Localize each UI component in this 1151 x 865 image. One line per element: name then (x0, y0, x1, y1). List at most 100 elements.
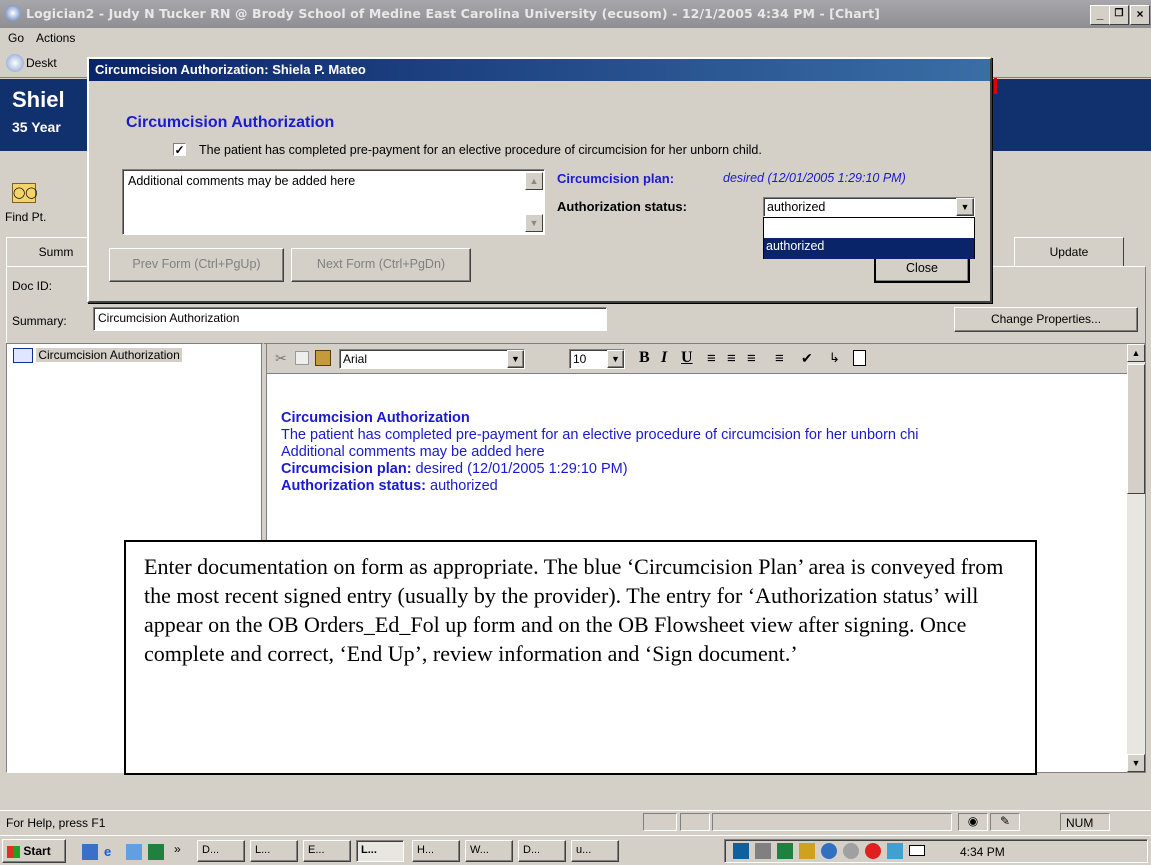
dialog-title[interactable]: Circumcision Authorization: Shiela P. Ma… (89, 59, 990, 81)
tray-icon[interactable] (843, 843, 859, 859)
chevron-down-icon[interactable]: ▼ (607, 350, 624, 368)
prepayment-checkbox[interactable]: ✓ (173, 143, 186, 156)
comments-scroll-down[interactable]: ▼ (525, 214, 543, 232)
app-icon (5, 5, 21, 21)
quicklaunch-app-icon[interactable] (126, 844, 142, 860)
menu-go[interactable]: Go (8, 31, 24, 45)
doc-id-label: Doc ID: (12, 279, 53, 293)
editor-status-value: authorized (426, 478, 498, 494)
editor-scrollbar[interactable]: ▲ ▼ (1127, 344, 1145, 772)
insert-icon[interactable]: ↳ (829, 350, 840, 366)
task-button[interactable]: W... (465, 840, 513, 862)
tray-icon[interactable] (821, 843, 837, 859)
editor-line-1: The patient has completed pre-payment fo… (281, 427, 919, 443)
task-button[interactable]: H... (412, 840, 460, 862)
plan-label: Circumcision plan: (557, 171, 675, 186)
mail-icon[interactable] (909, 845, 925, 856)
window-title: Logician2 - Judy N Tucker RN @ Brody Sch… (26, 6, 880, 21)
tray-icon[interactable] (799, 843, 815, 859)
task-button[interactable]: E... (303, 840, 351, 862)
tray-icon[interactable] (733, 843, 749, 859)
summary-input[interactable]: Circumcision Authorization (93, 307, 607, 331)
change-properties-label: Change Properties... (990, 312, 1102, 326)
summary-input-value: Circumcision Authorization (98, 311, 240, 325)
quicklaunch-more-icon[interactable]: » (174, 842, 181, 856)
paste-icon[interactable] (315, 350, 331, 366)
italic-button[interactable]: I (661, 349, 667, 367)
close-window-button[interactable]: × (1130, 5, 1150, 25)
alert-marker (994, 78, 997, 94)
tray-icon[interactable] (755, 843, 771, 859)
copy-icon[interactable] (295, 351, 309, 365)
task-button[interactable]: u... (571, 840, 619, 862)
scroll-down-button[interactable]: ▼ (1127, 754, 1145, 772)
scroll-thumb[interactable] (1127, 364, 1145, 494)
align-right-icon[interactable]: ≡ (747, 350, 756, 367)
comments-textarea[interactable]: Additional comments may be added here ▲ … (122, 169, 545, 235)
task-label: D... (202, 844, 220, 856)
prev-form-label: Prev Form (Ctrl+PgUp) (132, 257, 261, 271)
bold-button[interactable]: B (639, 349, 650, 367)
task-label: D... (523, 844, 541, 856)
task-button-active[interactable]: L... (356, 840, 404, 862)
tray-icon[interactable] (865, 843, 881, 859)
editor-status-label: Authorization status: (281, 478, 426, 494)
spellcheck-icon[interactable]: ✔ (801, 350, 813, 367)
bullet-list-icon[interactable]: ≡ (775, 350, 784, 367)
taskbar: Start e » D... L... E... L... H... W... … (0, 835, 1151, 865)
restore-button[interactable]: ❐ (1109, 5, 1129, 25)
menu-actions[interactable]: Actions (36, 31, 75, 45)
desktop-icon[interactable] (6, 54, 24, 72)
task-label: E... (308, 844, 325, 856)
tab-update[interactable]: Update (1014, 237, 1124, 267)
next-form-button[interactable]: Next Form (Ctrl+PgDn) (291, 248, 471, 282)
scroll-up-button[interactable]: ▲ (1127, 344, 1145, 362)
prepayment-checkbox-label: The patient has completed pre-payment fo… (199, 143, 762, 157)
clock[interactable]: 4:34 PM (960, 845, 1005, 859)
comments-scroll-up[interactable]: ▲ (525, 172, 543, 190)
chevron-down-icon[interactable]: ▼ (956, 198, 974, 216)
chevron-down-icon[interactable]: ▼ (507, 350, 524, 368)
document-icon[interactable] (853, 350, 866, 366)
circumcision-dialog[interactable]: Circumcision Authorization: Shiela P. Ma… (87, 57, 992, 303)
start-button[interactable]: Start (2, 839, 66, 863)
underline-button[interactable]: U (681, 349, 693, 367)
cut-icon[interactable]: ✂ (275, 350, 287, 367)
status-icon-2[interactable]: ✎ (990, 813, 1020, 831)
prev-form-button[interactable]: Prev Form (Ctrl+PgUp) (109, 248, 284, 282)
windows-icon (7, 845, 20, 858)
task-label: u... (576, 844, 592, 856)
status-help-text: For Help, press F1 (6, 816, 106, 830)
font-name-select[interactable]: Arial ▼ (339, 349, 525, 369)
align-center-icon[interactable]: ≡ (727, 350, 736, 367)
task-label: W... (470, 844, 489, 856)
minimize-button[interactable]: _ (1090, 5, 1110, 25)
window-titlebar[interactable]: Logician2 - Judy N Tucker RN @ Brody Sch… (0, 0, 1151, 28)
align-left-icon[interactable]: ≡ (707, 350, 716, 367)
status-dropdown-list[interactable]: authorized (763, 217, 975, 259)
find-patient-button[interactable]: ◯◯ Find Pt. (4, 180, 52, 230)
dropdown-option-authorized[interactable]: authorized (764, 238, 974, 259)
tray-icon[interactable] (777, 843, 793, 859)
editor-line-2: Additional comments may be added here (281, 444, 545, 460)
desktop-label[interactable]: Deskt (26, 56, 57, 70)
quicklaunch-ie-icon[interactable]: e (104, 844, 111, 859)
tree-item[interactable]: Circumcision Authorization (13, 348, 182, 366)
status-icon-1[interactable]: ◉ (958, 813, 988, 831)
quicklaunch-desktop-icon[interactable] (82, 844, 98, 860)
task-button[interactable]: D... (197, 840, 245, 862)
task-button[interactable]: D... (518, 840, 566, 862)
binoculars-icon: ◯◯ (12, 183, 38, 203)
tray-icon[interactable] (887, 843, 903, 859)
dropdown-option-empty[interactable] (764, 218, 974, 238)
font-size-select[interactable]: 10 ▼ (569, 349, 625, 369)
status-panel (712, 813, 952, 831)
task-label: L... (361, 844, 377, 856)
task-button[interactable]: L... (250, 840, 298, 862)
editor-plan-label: Circumcision plan: (281, 461, 412, 477)
tree-item-label: Circumcision Authorization (36, 348, 182, 362)
change-properties-button[interactable]: Change Properties... (954, 307, 1138, 332)
quicklaunch-app-icon[interactable] (148, 844, 164, 860)
editor-content[interactable]: Circumcision Authorization The patient h… (281, 410, 1127, 495)
authorization-status-select[interactable]: authorized ▼ (763, 197, 975, 217)
